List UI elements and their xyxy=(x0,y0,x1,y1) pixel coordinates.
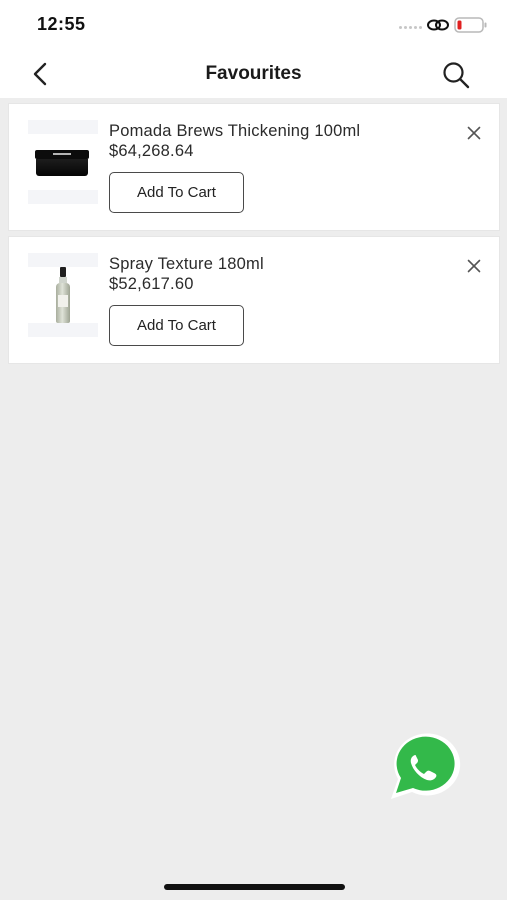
search-icon xyxy=(443,62,470,89)
product-name[interactable]: Pomada Brews Thickening 100ml xyxy=(109,122,360,141)
page-title: Favourites xyxy=(205,63,302,84)
home-indicator[interactable] xyxy=(164,884,345,890)
remove-favourite-button[interactable] xyxy=(467,259,481,273)
product-image[interactable] xyxy=(28,120,98,204)
favourite-item: Pomada Brews Thickening 100ml $64,268.64… xyxy=(8,103,500,231)
favourites-list: Pomada Brews Thickening 100ml $64,268.64… xyxy=(8,103,500,369)
spray-bottle-image xyxy=(55,267,71,323)
whatsapp-icon xyxy=(391,733,461,799)
app-header: Favourites xyxy=(0,50,507,98)
battery-icon xyxy=(454,17,487,33)
status-time: 12:55 xyxy=(37,14,86,34)
product-price: $52,617.60 xyxy=(109,275,194,293)
link-icon xyxy=(427,19,449,31)
product-price: $64,268.64 xyxy=(109,142,194,160)
close-icon xyxy=(467,126,481,140)
close-icon xyxy=(467,259,481,273)
add-to-cart-button[interactable]: Add To Cart xyxy=(109,172,244,213)
remove-favourite-button[interactable] xyxy=(467,126,481,140)
add-to-cart-button[interactable]: Add To Cart xyxy=(109,305,244,346)
signal-strength-icon xyxy=(399,26,422,29)
favourite-item: Spray Texture 180ml $52,617.60 Add To Ca… xyxy=(8,236,500,364)
status-bar: 12:55 xyxy=(0,0,507,50)
product-name[interactable]: Spray Texture 180ml xyxy=(109,255,264,274)
pomade-jar-image xyxy=(35,150,89,176)
search-button[interactable] xyxy=(440,59,472,91)
whatsapp-chat-button[interactable] xyxy=(385,733,467,803)
product-image[interactable] xyxy=(28,253,98,337)
